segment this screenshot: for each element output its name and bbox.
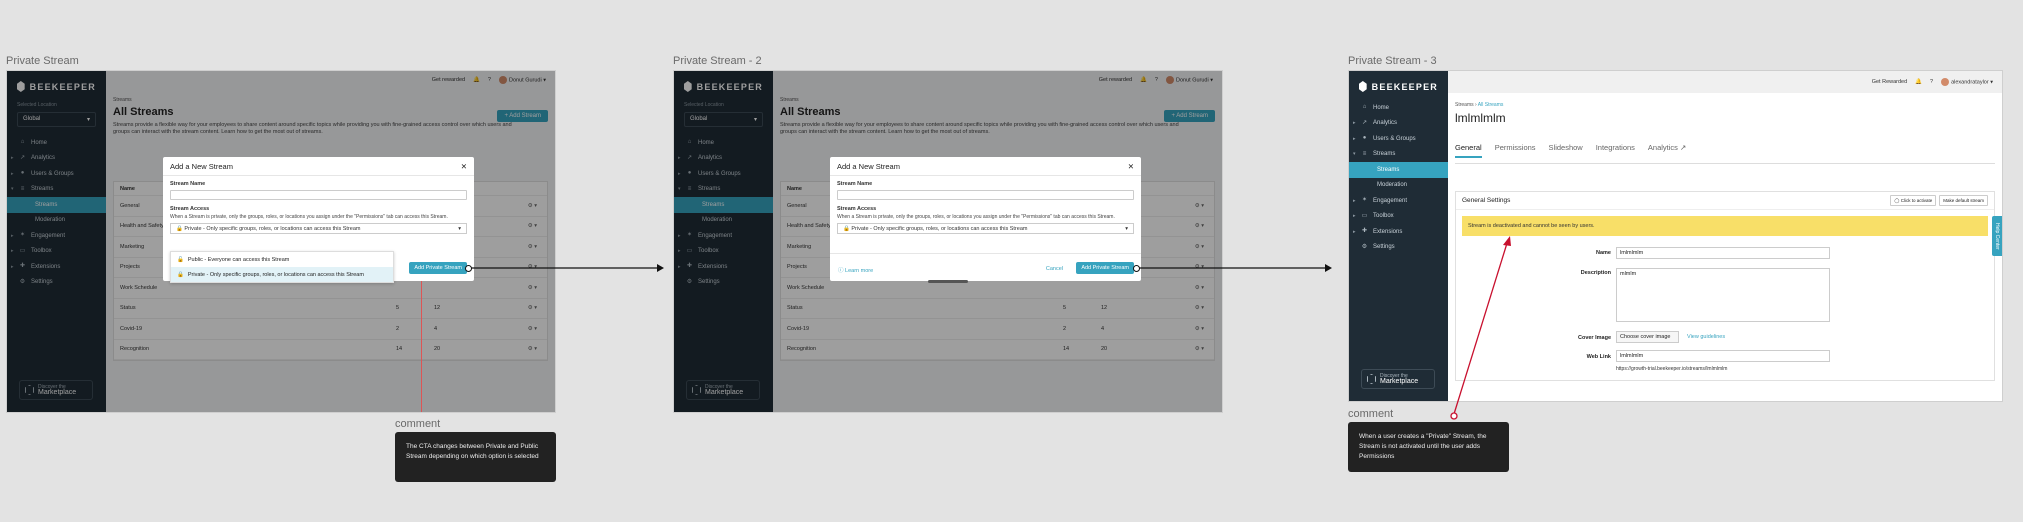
comment-pointer	[1453, 239, 1509, 415]
flow-connectors	[470, 236, 1511, 420]
connector-node	[465, 265, 472, 272]
arrowhead-1	[657, 264, 664, 272]
comment-arrowhead	[1503, 236, 1511, 246]
comment-note-1: The CTA changes between Private and Publ…	[395, 432, 556, 482]
comment-anchor	[1450, 412, 1458, 420]
comment-label-1: comment	[395, 418, 441, 430]
arrowhead-2	[1325, 264, 1332, 272]
comment-note-2: When a user creates a "Private" Stream, …	[1348, 422, 1509, 472]
connector-node	[1133, 265, 1140, 272]
comment-label-2: comment	[1348, 408, 1394, 420]
